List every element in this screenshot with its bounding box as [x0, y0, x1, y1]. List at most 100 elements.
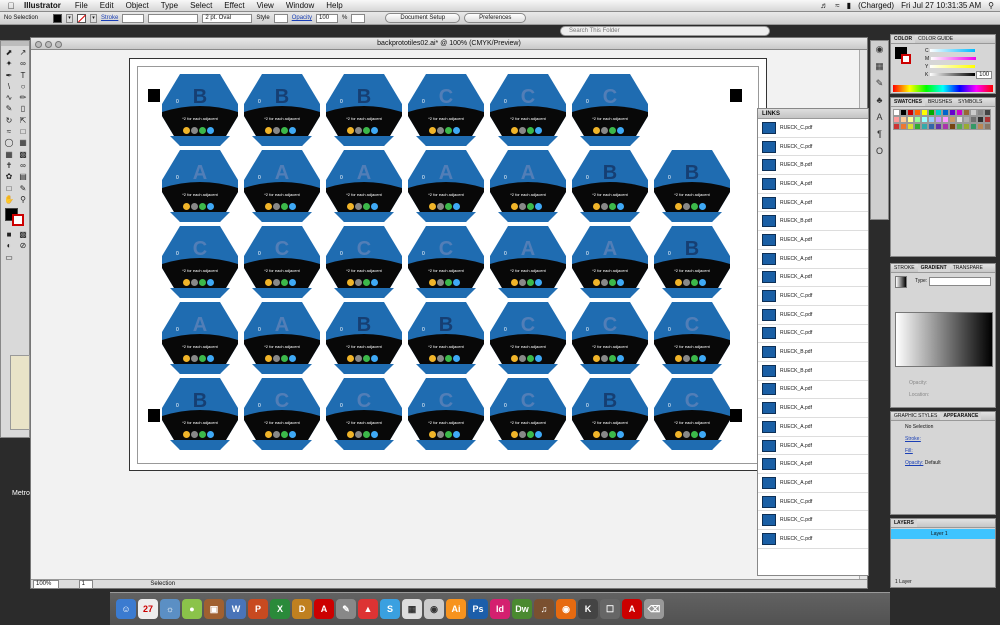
none-mode-icon[interactable]: ⊘: [16, 240, 30, 251]
brushes-panel-icon[interactable]: ✎: [871, 75, 888, 92]
swatch[interactable]: [970, 116, 977, 123]
line-tool-icon[interactable]: \: [2, 81, 16, 92]
swatch[interactable]: [893, 123, 900, 130]
swatch[interactable]: [942, 116, 949, 123]
tile-b[interactable]: B 0 *2 for each adjacent: [408, 302, 484, 374]
graph-tool-icon[interactable]: ▤: [16, 171, 30, 182]
gradient-ramp[interactable]: [895, 312, 993, 367]
itunes-icon[interactable]: ♫: [534, 599, 554, 619]
opacity-field[interactable]: 100: [316, 13, 339, 23]
gradient-mode-icon[interactable]: ▩: [16, 229, 30, 240]
link-row[interactable]: RUECK_A.pdf: [758, 418, 868, 437]
swatch[interactable]: [935, 109, 942, 116]
swatch[interactable]: [935, 116, 942, 123]
variable-width-field[interactable]: [148, 13, 199, 23]
swatches-panel-icon[interactable]: ▦: [871, 58, 888, 75]
appearance-opacity[interactable]: Opacity:: [905, 460, 923, 466]
link-row[interactable]: RUECK_A.pdf: [758, 250, 868, 269]
menu-edit[interactable]: Edit: [94, 1, 120, 10]
menu-view[interactable]: View: [251, 1, 280, 10]
swatch[interactable]: [963, 116, 970, 123]
link-row[interactable]: RUECK_B.pdf: [758, 343, 868, 362]
color-spectrum[interactable]: [893, 85, 993, 92]
appearance-fill[interactable]: Fill:: [905, 448, 913, 454]
eyedropper-tool-icon[interactable]: ✝: [2, 160, 16, 171]
fill-stroke-widget[interactable]: [1, 206, 29, 228]
swatch[interactable]: [893, 116, 900, 123]
link-row[interactable]: RUECK_C.pdf: [758, 287, 868, 306]
ellipse-tool-icon[interactable]: ○: [16, 81, 30, 92]
symbols-panel-icon[interactable]: ♣: [871, 92, 888, 109]
swatch[interactable]: [949, 109, 956, 116]
tile-a[interactable]: A 0 *2 for each adjacent: [490, 226, 566, 298]
preferences-button[interactable]: Preferences: [464, 13, 527, 23]
brush-tool-icon[interactable]: ∿: [2, 92, 16, 103]
tile-b[interactable]: B 0 *2 for each adjacent: [572, 150, 648, 222]
link-row[interactable]: RUECK_B.pdf: [758, 212, 868, 232]
swatch[interactable]: [914, 123, 921, 130]
swatch[interactable]: [970, 123, 977, 130]
tile-b[interactable]: B 0 *2 for each adjacent: [326, 74, 402, 146]
recolor-icon[interactable]: [351, 13, 366, 23]
swatch[interactable]: [949, 116, 956, 123]
tab-stroke[interactable]: STROKE: [891, 264, 918, 272]
apple-icon[interactable]: : [0, 1, 22, 11]
tile-c[interactable]: C 0 *2 for each adjacent: [654, 378, 730, 450]
swatch[interactable]: [949, 123, 956, 130]
tile-b[interactable]: B 0 *2 for each adjacent: [162, 74, 238, 146]
dreamweaver-icon[interactable]: Dw: [512, 599, 532, 619]
swatch[interactable]: [984, 116, 991, 123]
tile-c[interactable]: C 0 *2 for each adjacent: [490, 74, 566, 146]
pencil-tool-icon[interactable]: ✏: [16, 92, 30, 103]
swatch[interactable]: [900, 123, 907, 130]
finder-icon[interactable]: ☺: [116, 599, 136, 619]
link-row[interactable]: RUECK_A.pdf: [758, 455, 868, 475]
swatch-grid[interactable]: [891, 107, 995, 132]
photos-icon[interactable]: ▣: [204, 599, 224, 619]
artboard[interactable]: B 0 *2 for each adjacent B 0 *2 for each adja…: [129, 58, 767, 471]
tab-appearance[interactable]: APPEARANCE: [940, 412, 982, 420]
tile-c[interactable]: C 0 *2 for each adjacent: [162, 226, 238, 298]
tile-b[interactable]: B 0 *2 for each adjacent: [654, 226, 730, 298]
minimize-icon[interactable]: [45, 41, 52, 48]
page-field[interactable]: 1: [78, 580, 93, 589]
swatch[interactable]: [893, 109, 900, 116]
tile-b[interactable]: B 0 *2 for each adjacent: [162, 378, 238, 450]
tab-color[interactable]: COLOR: [891, 35, 916, 43]
acrobat-icon[interactable]: A: [314, 599, 334, 619]
tile-c[interactable]: C 0 *2 for each adjacent: [326, 378, 402, 450]
gradient-preview[interactable]: [895, 276, 907, 288]
tile-a[interactable]: A 0 *2 for each adjacent: [572, 226, 648, 298]
excel-icon[interactable]: X: [270, 599, 290, 619]
battery-status[interactable]: (Charged): [858, 1, 894, 10]
layer-row[interactable]: Layer 1: [891, 529, 995, 539]
tile-b[interactable]: B 0 *2 for each adjacent: [326, 302, 402, 374]
link-row[interactable]: RUECK_A.pdf: [758, 474, 868, 493]
link-row[interactable]: RUECK_B.pdf: [758, 156, 868, 176]
swatch[interactable]: [942, 123, 949, 130]
photoshop-icon[interactable]: Ps: [468, 599, 488, 619]
dashboard-icon[interactable]: ●: [182, 599, 202, 619]
link-row[interactable]: RUECK_A.pdf: [758, 194, 868, 213]
mesh-tool-icon[interactable]: ▦: [2, 149, 16, 160]
kindle-icon[interactable]: K: [578, 599, 598, 619]
stroke-swatch[interactable]: [77, 13, 86, 23]
tile-c[interactable]: C 0 *2 for each adjacent: [490, 378, 566, 450]
screen-mode-icon[interactable]: ▭: [2, 252, 16, 263]
tile-a[interactable]: A 0 *2 for each adjacent: [162, 150, 238, 222]
menu-file[interactable]: File: [69, 1, 94, 10]
side-mini-panel[interactable]: [10, 355, 30, 430]
magic-wand-tool-icon[interactable]: ✦: [2, 58, 16, 69]
tile-b[interactable]: B 0 *2 for each adjacent: [572, 378, 648, 450]
tile-c[interactable]: C 0 *2 for each adjacent: [654, 302, 730, 374]
tile-b[interactable]: B 0 *2 for each adjacent: [654, 150, 730, 222]
tile-c[interactable]: C 0 *2 for each adjacent: [408, 378, 484, 450]
swatch[interactable]: [921, 116, 928, 123]
link-row[interactable]: RUECK_C.pdf: [758, 306, 868, 325]
trash-icon[interactable]: ⌫: [644, 599, 664, 619]
tab-brushes[interactable]: BRUSHES: [925, 98, 955, 106]
scale-tool-icon[interactable]: ⇱: [16, 115, 30, 126]
fill-swatch[interactable]: [53, 13, 62, 23]
tile-a[interactable]: A 0 *2 for each adjacent: [408, 150, 484, 222]
gradient-type-dropdown[interactable]: [929, 277, 991, 286]
